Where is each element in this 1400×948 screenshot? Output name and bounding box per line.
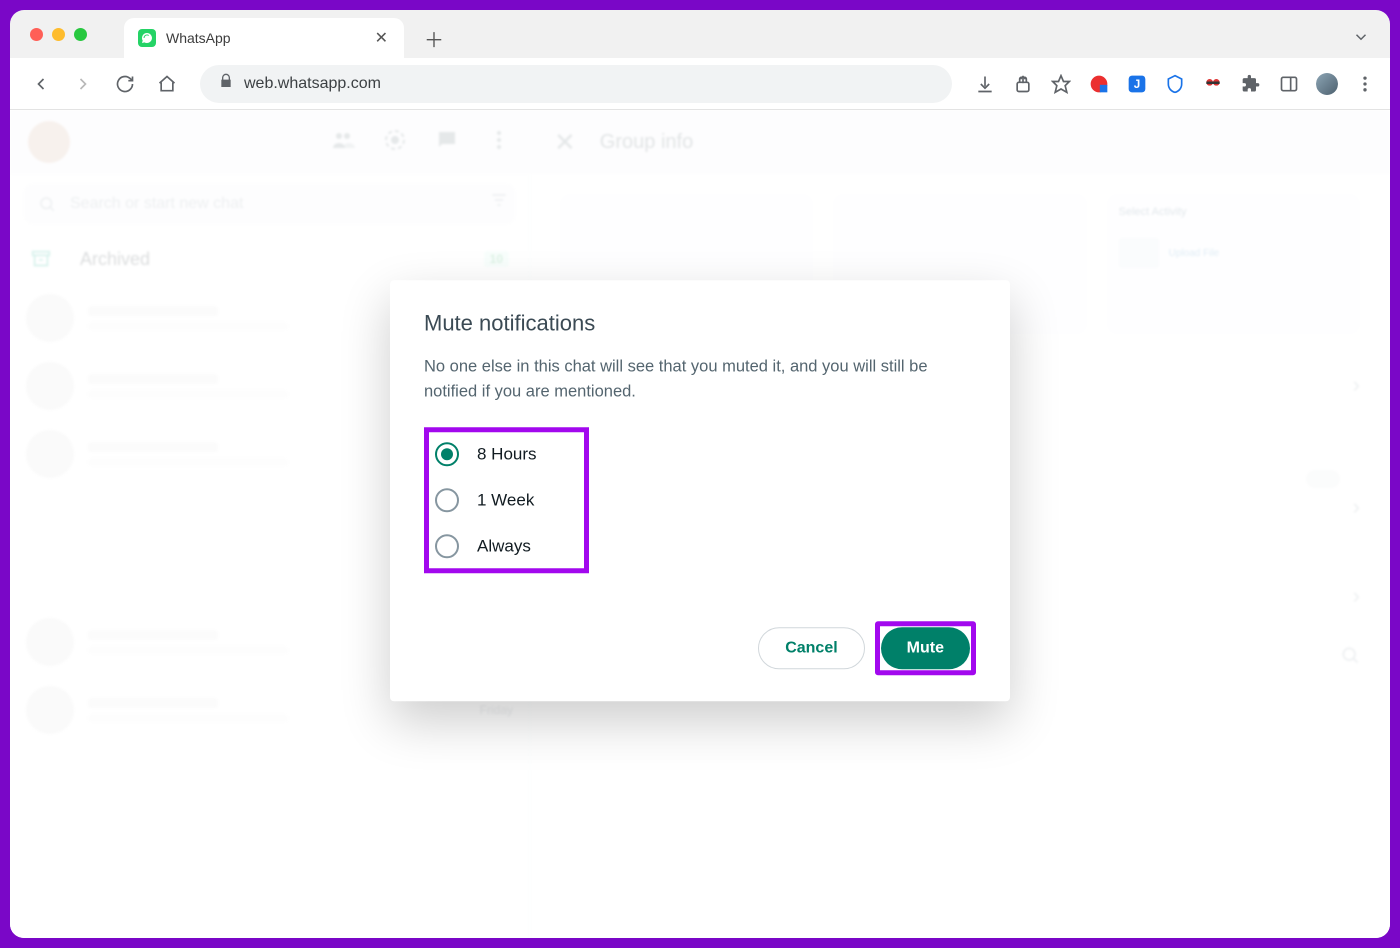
communities-icon[interactable] <box>331 128 355 157</box>
archived-row[interactable]: Archived 10 <box>10 234 529 284</box>
search-icon[interactable] <box>1340 645 1360 671</box>
radio-icon <box>435 443 459 467</box>
tab-strip: WhatsApp ✕ ＋ <box>10 10 1390 58</box>
new-tab-button[interactable]: ＋ <box>418 22 450 54</box>
mute-button-highlight: Mute <box>875 622 976 676</box>
search-input[interactable]: Search or start new chat <box>24 184 515 224</box>
download-icon[interactable] <box>974 73 996 95</box>
search-placeholder: Search or start new chat <box>70 195 243 213</box>
mute-option-1-week[interactable]: 1 Week <box>435 489 578 513</box>
archived-label: Archived <box>80 249 150 270</box>
browser-toolbar: web.whatsapp.com J <box>10 58 1390 110</box>
new-chat-icon[interactable] <box>435 128 459 157</box>
window-controls <box>30 28 87 41</box>
fullscreen-window-button[interactable] <box>74 28 87 41</box>
extension-icon-1[interactable] <box>1088 73 1110 95</box>
status-icon[interactable] <box>383 128 407 157</box>
back-button[interactable] <box>24 67 58 101</box>
browser-window: WhatsApp ✕ ＋ web.whatsapp.com J <box>10 10 1390 938</box>
url-text: web.whatsapp.com <box>244 75 381 93</box>
mute-notifications-dialog: Mute notifications No one else in this c… <box>390 280 1010 702</box>
minimize-window-button[interactable] <box>52 28 65 41</box>
cancel-button[interactable]: Cancel <box>758 628 864 670</box>
search-icon <box>38 195 56 213</box>
option-label: 1 Week <box>477 491 534 511</box>
extension-icon-2[interactable]: J <box>1126 73 1148 95</box>
dialog-description: No one else in this chat will see that y… <box>424 354 976 404</box>
option-label: Always <box>477 537 531 557</box>
filter-icon[interactable] <box>489 190 509 215</box>
address-bar[interactable]: web.whatsapp.com <box>200 65 952 103</box>
close-window-button[interactable] <box>30 28 43 41</box>
close-icon[interactable]: ✕ <box>554 127 576 158</box>
lock-icon <box>218 73 234 94</box>
toolbar-actions: J <box>968 73 1376 95</box>
group-info-header: ✕ Group info <box>530 110 1390 174</box>
mute-duration-options: 8 Hours 1 Week Always <box>424 428 589 574</box>
profile-avatar[interactable] <box>1316 73 1338 95</box>
mute-option-8-hours[interactable]: 8 Hours <box>435 443 578 467</box>
share-icon[interactable] <box>1012 73 1034 95</box>
side-panel-button[interactable] <box>1278 73 1300 95</box>
archived-count: 10 <box>484 251 509 267</box>
whatsapp-icon <box>138 29 156 47</box>
svg-text:J: J <box>1134 78 1140 91</box>
tab-title: WhatsApp <box>166 30 231 46</box>
extension-icon-4[interactable] <box>1202 73 1224 95</box>
tabs-menu-button[interactable] <box>1352 28 1370 51</box>
mute-option-always[interactable]: Always <box>435 535 578 559</box>
radio-icon <box>435 489 459 513</box>
close-tab-button[interactable]: ✕ <box>375 28 388 48</box>
option-label: 8 Hours <box>477 445 537 465</box>
radio-icon <box>435 535 459 559</box>
home-button[interactable] <box>150 67 184 101</box>
bookmark-star-icon[interactable] <box>1050 73 1072 95</box>
page-viewport: Search or start new chat Archived 10 Sun… <box>10 110 1390 938</box>
dialog-actions: Cancel Mute <box>424 622 976 676</box>
profile-avatar[interactable] <box>28 121 70 163</box>
group-info-title: Group info <box>600 131 693 154</box>
archive-icon <box>30 248 52 270</box>
browser-tab[interactable]: WhatsApp ✕ <box>124 18 404 58</box>
toggle-switch[interactable] <box>1306 470 1340 488</box>
extension-icon-3[interactable] <box>1164 73 1186 95</box>
media-card[interactable]: Select Activity Upload File <box>1107 194 1360 334</box>
reload-button[interactable] <box>108 67 142 101</box>
menu-icon[interactable] <box>487 128 511 157</box>
forward-button[interactable] <box>66 67 100 101</box>
dialog-title: Mute notifications <box>424 310 976 336</box>
mute-button[interactable]: Mute <box>881 628 970 670</box>
extensions-button[interactable] <box>1240 73 1262 95</box>
menu-button[interactable] <box>1354 73 1376 95</box>
